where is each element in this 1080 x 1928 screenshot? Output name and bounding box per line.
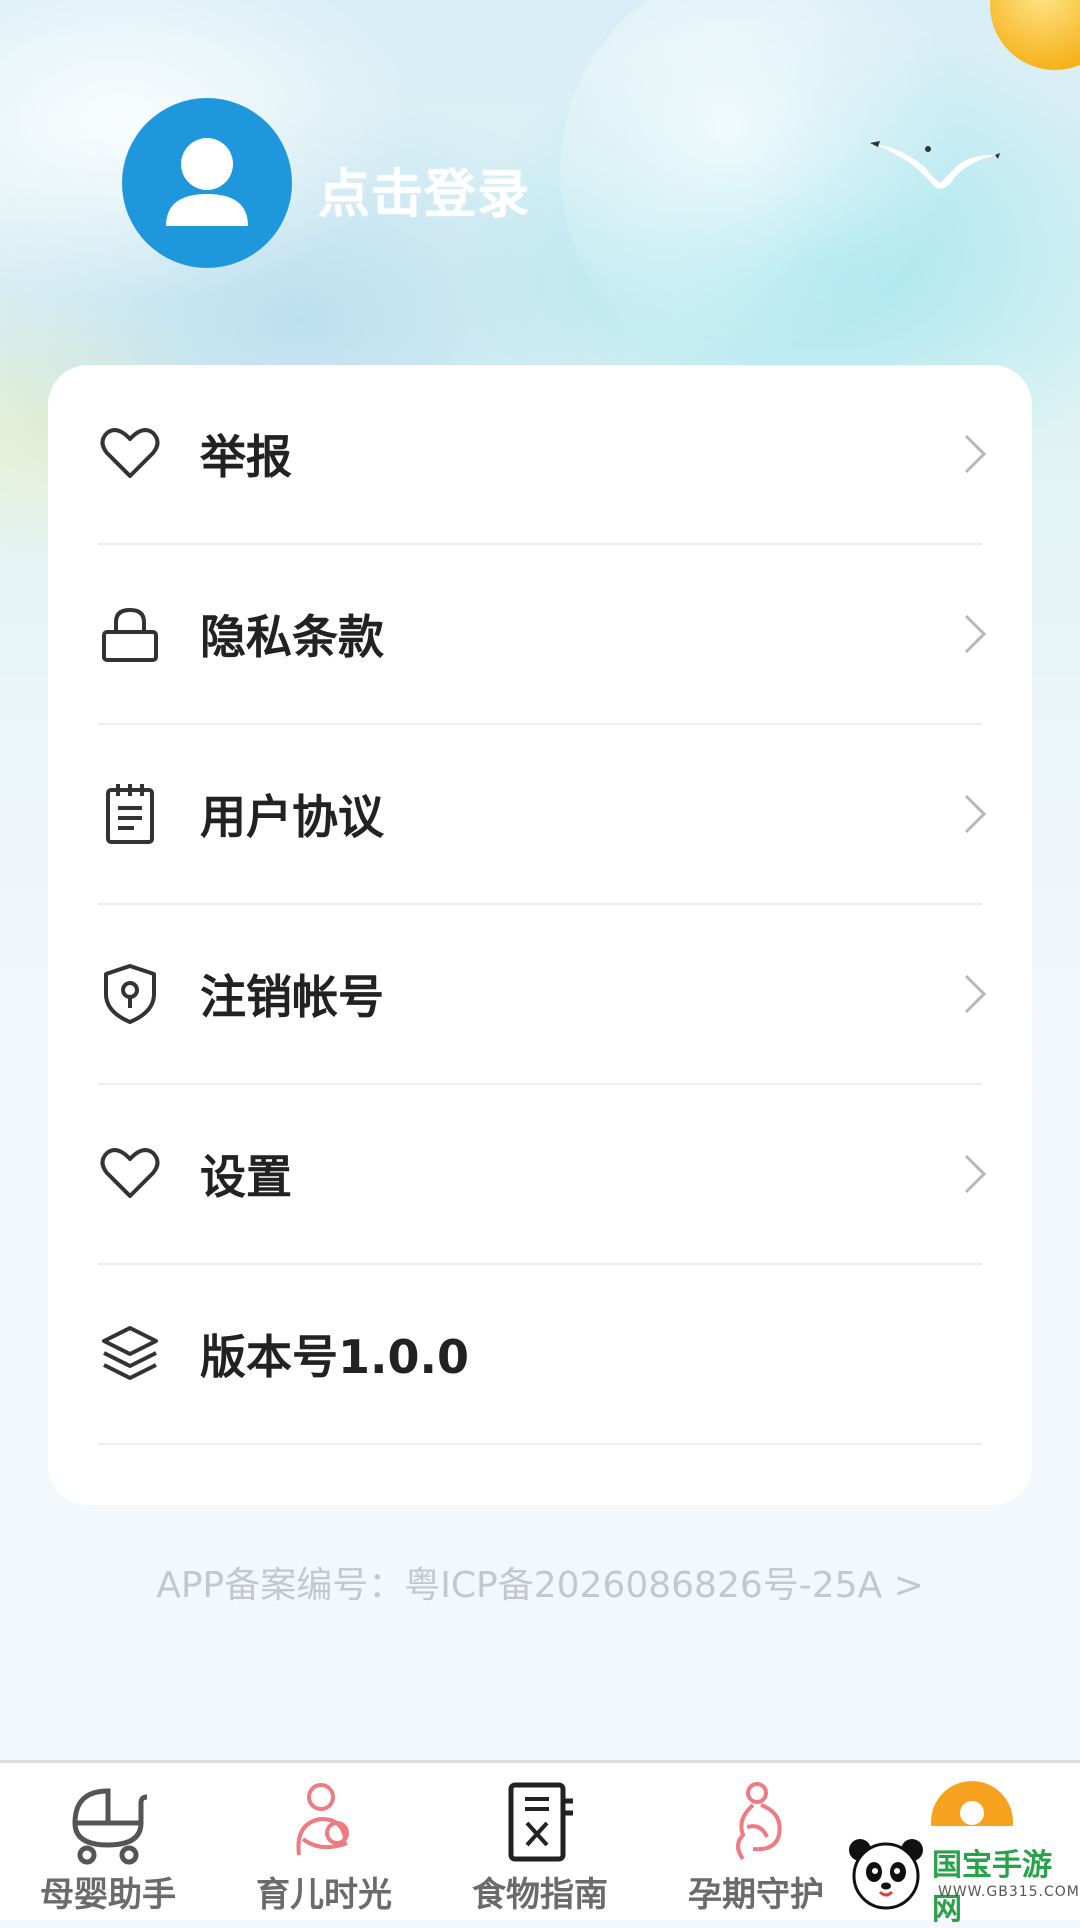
chevron-right-icon	[964, 434, 987, 474]
icp-filing-link[interactable]: APP备案编号：粤ICP备2026086826号-25A >	[0, 1556, 1080, 1608]
menu-item-label: 设置	[200, 1150, 292, 1204]
heart-icon	[100, 428, 160, 478]
shield-key-icon	[104, 964, 156, 1024]
user-icon	[166, 138, 248, 226]
menu-item-label: 举报	[200, 430, 292, 484]
menu-item-version: 版本号1.0.0	[98, 1265, 982, 1445]
mother-baby-icon	[296, 1783, 349, 1856]
tab-parenting-time[interactable]: 育儿时光	[216, 1763, 432, 1923]
avatar[interactable]	[122, 98, 292, 268]
notepad-icon	[106, 784, 154, 844]
menu-item-user-agreement[interactable]: 用户协议	[98, 725, 987, 905]
panda-logo-icon	[849, 1839, 923, 1910]
stroller-icon	[72, 1788, 148, 1865]
recipe-book-icon	[508, 1782, 573, 1862]
menu-item-report[interactable]: 举报	[98, 365, 987, 545]
chevron-right-icon	[964, 974, 987, 1014]
tab-label: 母婴助手	[40, 1875, 176, 1915]
tab-food-guide[interactable]: 食物指南	[432, 1763, 648, 1923]
heart-icon	[100, 1148, 160, 1198]
layers-icon	[102, 1326, 158, 1380]
menu-item-label: 注销帐号	[200, 970, 384, 1024]
menu-item-label: 用户协议	[200, 790, 384, 844]
menu-item-privacy[interactable]: 隐私条款	[98, 545, 987, 725]
chevron-right-icon	[964, 1154, 987, 1194]
pregnancy-icon	[736, 1782, 782, 1861]
watermark-url: WWW.GB315.COM	[938, 1884, 1080, 1900]
menu-item-label: 隐私条款	[200, 610, 384, 664]
chevron-right-icon	[964, 614, 987, 654]
chevron-right-icon	[964, 794, 987, 834]
menu-item-delete-account[interactable]: 注销帐号	[98, 905, 987, 1085]
tab-mother-baby-assistant[interactable]: 母婴助手	[0, 1763, 216, 1923]
tab-label: 育儿时光	[256, 1875, 392, 1915]
menu-card: 举报 隐私条款 用户协议 注销帐号 设置 版本号1.0.0	[48, 365, 1032, 1505]
version-label: 版本号1.0.0	[200, 1330, 469, 1384]
lock-icon	[102, 607, 158, 662]
login-prompt[interactable]: 点击登录	[318, 152, 530, 227]
tab-label: 食物指南	[472, 1875, 608, 1915]
bird-decoration	[870, 141, 1000, 189]
menu-item-settings[interactable]: 设置	[98, 1085, 987, 1265]
watermark: 国宝手游网 WWW.GB315.COM	[828, 1826, 1080, 1927]
